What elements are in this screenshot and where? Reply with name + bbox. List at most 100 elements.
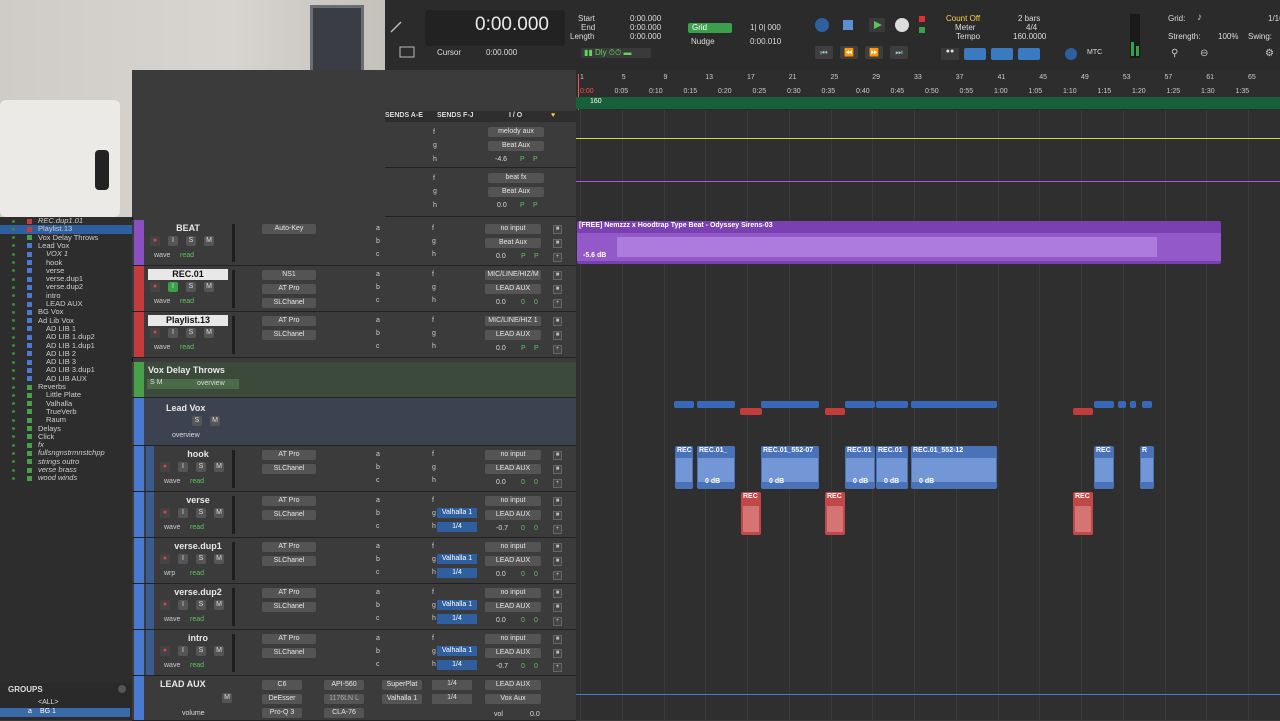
bar-label[interactable]: 13: [705, 74, 713, 81]
start-value[interactable]: 0:00.000: [630, 14, 661, 23]
insert-slot[interactable]: Pro-Q 3: [262, 708, 302, 718]
track-view-selector[interactable]: wave: [164, 616, 180, 623]
send-slot-b[interactable]: b: [376, 464, 380, 471]
bar-label[interactable]: 41: [998, 74, 1006, 81]
tempo-marker[interactable]: 160: [590, 98, 602, 105]
show-hide-dot[interactable]: [12, 427, 15, 430]
add-lane-icon[interactable]: +: [553, 571, 562, 580]
insert-slot[interactable]: SLChanel: [262, 648, 316, 658]
track-menu-icon[interactable]: ■: [553, 271, 562, 280]
time-label[interactable]: 1:05: [1029, 88, 1043, 95]
audio-clip-hook[interactable]: REC.01 0 dB: [876, 446, 908, 489]
send-plugin[interactable]: Valhalla 1: [437, 508, 477, 518]
bar-label[interactable]: 53: [1123, 74, 1131, 81]
input-select[interactable]: no input: [485, 588, 541, 598]
folder-clip-segment[interactable]: [1118, 401, 1126, 408]
pan-left[interactable]: 0: [521, 299, 525, 306]
track-list-item[interactable]: AD LIB AUX: [0, 374, 132, 383]
insert-slot[interactable]: SLChanel: [262, 510, 316, 520]
bar-label[interactable]: 5: [622, 74, 626, 81]
show-hide-dot[interactable]: [12, 460, 15, 464]
audio-clip-verse[interactable]: REC: [1073, 492, 1093, 535]
online-icon[interactable]: [919, 27, 925, 33]
mute-button[interactable]: M: [214, 600, 224, 610]
add-lane-icon[interactable]: +: [553, 525, 562, 534]
sync-buttons[interactable]: ▮▮ Dly ⏱⏱ ▬: [581, 48, 651, 58]
show-hide-dot[interactable]: [12, 443, 15, 447]
show-hide-dot[interactable]: [12, 227, 15, 231]
time-label[interactable]: 0:05: [615, 88, 629, 95]
input-monitor-button[interactable]: I: [168, 328, 178, 338]
automation-mode[interactable]: read: [190, 662, 204, 669]
track-comments-icon[interactable]: ■: [553, 603, 562, 612]
folder-clip-segment[interactable]: [1073, 408, 1093, 415]
input-select[interactable]: no input: [485, 496, 541, 506]
input-monitor-button[interactable]: I: [178, 508, 188, 518]
track-menu-icon[interactable]: ■: [553, 589, 562, 598]
view-selector[interactable]: overview: [172, 432, 200, 439]
send-plugin[interactable]: Valhalla 1: [437, 600, 477, 610]
insert-slot[interactable]: C6: [262, 680, 302, 690]
pan-left[interactable]: 0: [521, 525, 525, 532]
time-label[interactable]: 0:30: [787, 88, 801, 95]
time-label[interactable]: 1:15: [1098, 88, 1112, 95]
solo-button[interactable]: S: [186, 328, 196, 338]
track-view-selector[interactable]: wave: [164, 524, 180, 531]
send-slot-a[interactable]: a: [376, 543, 380, 550]
automation-mode[interactable]: read: [190, 524, 204, 531]
track-list-item[interactable]: Delays: [0, 424, 132, 433]
automation-mode[interactable]: read: [180, 252, 194, 259]
time-label[interactable]: 0:00: [580, 88, 594, 95]
pan-left[interactable]: P: [521, 253, 526, 260]
send-plugin[interactable]: Valhalla 1: [437, 646, 477, 656]
volume-value[interactable]: 0.0: [496, 253, 506, 260]
output-select[interactable]: LEAD AUX: [485, 648, 541, 658]
send-slot-a[interactable]: a: [376, 635, 380, 642]
track-list-item[interactable]: wood winds: [0, 473, 132, 482]
send-slot-h[interactable]: h: [432, 343, 436, 350]
bar-label[interactable]: 61: [1206, 74, 1214, 81]
track-menu-icon[interactable]: ■: [553, 635, 562, 644]
end-value[interactable]: 0:00.000: [630, 23, 661, 32]
add-lane-icon[interactable]: +: [553, 617, 562, 626]
view-selector[interactable]: overview: [197, 380, 225, 387]
send-slot-a[interactable]: a: [376, 497, 380, 504]
folder-clip-segment[interactable]: [761, 401, 819, 408]
automation-mode[interactable]: read: [190, 616, 204, 623]
tempo-value[interactable]: 160.0000: [1013, 32, 1046, 41]
bar-label[interactable]: 9: [664, 74, 668, 81]
mute-button[interactable]: M: [214, 508, 224, 518]
pan-left[interactable]: P: [521, 345, 526, 352]
add-lane-icon[interactable]: +: [553, 663, 562, 672]
strength-value[interactable]: 100%: [1218, 32, 1238, 41]
audio-clip-hook[interactable]: REC: [1094, 446, 1114, 489]
show-hide-dot[interactable]: [12, 344, 15, 347]
send-slot-g[interactable]: g: [432, 648, 436, 655]
track-playlist13[interactable]: Playlist.13 ● I S Mwave read AT Pro SLChanel a b c…: [132, 312, 576, 358]
grid-button[interactable]: Grid: [688, 23, 732, 33]
input-monitor-button[interactable]: I: [178, 646, 188, 656]
send-slot-c[interactable]: c: [376, 569, 380, 576]
time-label[interactable]: 1:25: [1167, 88, 1181, 95]
time-label[interactable]: 0:55: [960, 88, 974, 95]
solo-button[interactable]: S: [186, 236, 196, 246]
clip-gain[interactable]: 0 dB: [705, 478, 720, 485]
show-hide-dot[interactable]: [12, 360, 15, 364]
clip-gain[interactable]: 0 dB: [884, 478, 899, 485]
link-icon[interactable]: [1065, 48, 1077, 60]
insert-slot[interactable]: Auto-Key: [262, 224, 316, 234]
send-slot-f[interactable]: f: [432, 451, 434, 458]
show-hide-dot[interactable]: [12, 435, 15, 439]
record-enable-button[interactable]: ●: [150, 328, 160, 338]
add-lane-icon[interactable]: +: [553, 253, 562, 262]
track-name[interactable]: verse: [158, 495, 238, 506]
tempo-ruler[interactable]: 160: [576, 97, 1280, 109]
meter-value[interactable]: 4/4: [1026, 23, 1037, 32]
show-hide-dot[interactable]: [12, 319, 15, 323]
output-select[interactable]: LEAD AUX: [485, 602, 541, 612]
solo-button[interactable]: S: [196, 508, 206, 518]
show-hide-dot[interactable]: [12, 261, 15, 264]
input-select[interactable]: MIC/LINE/HIZ 1: [485, 316, 541, 326]
record-enable-button[interactable]: ●: [160, 554, 170, 564]
aux-pan-1[interactable]: P: [520, 202, 525, 209]
